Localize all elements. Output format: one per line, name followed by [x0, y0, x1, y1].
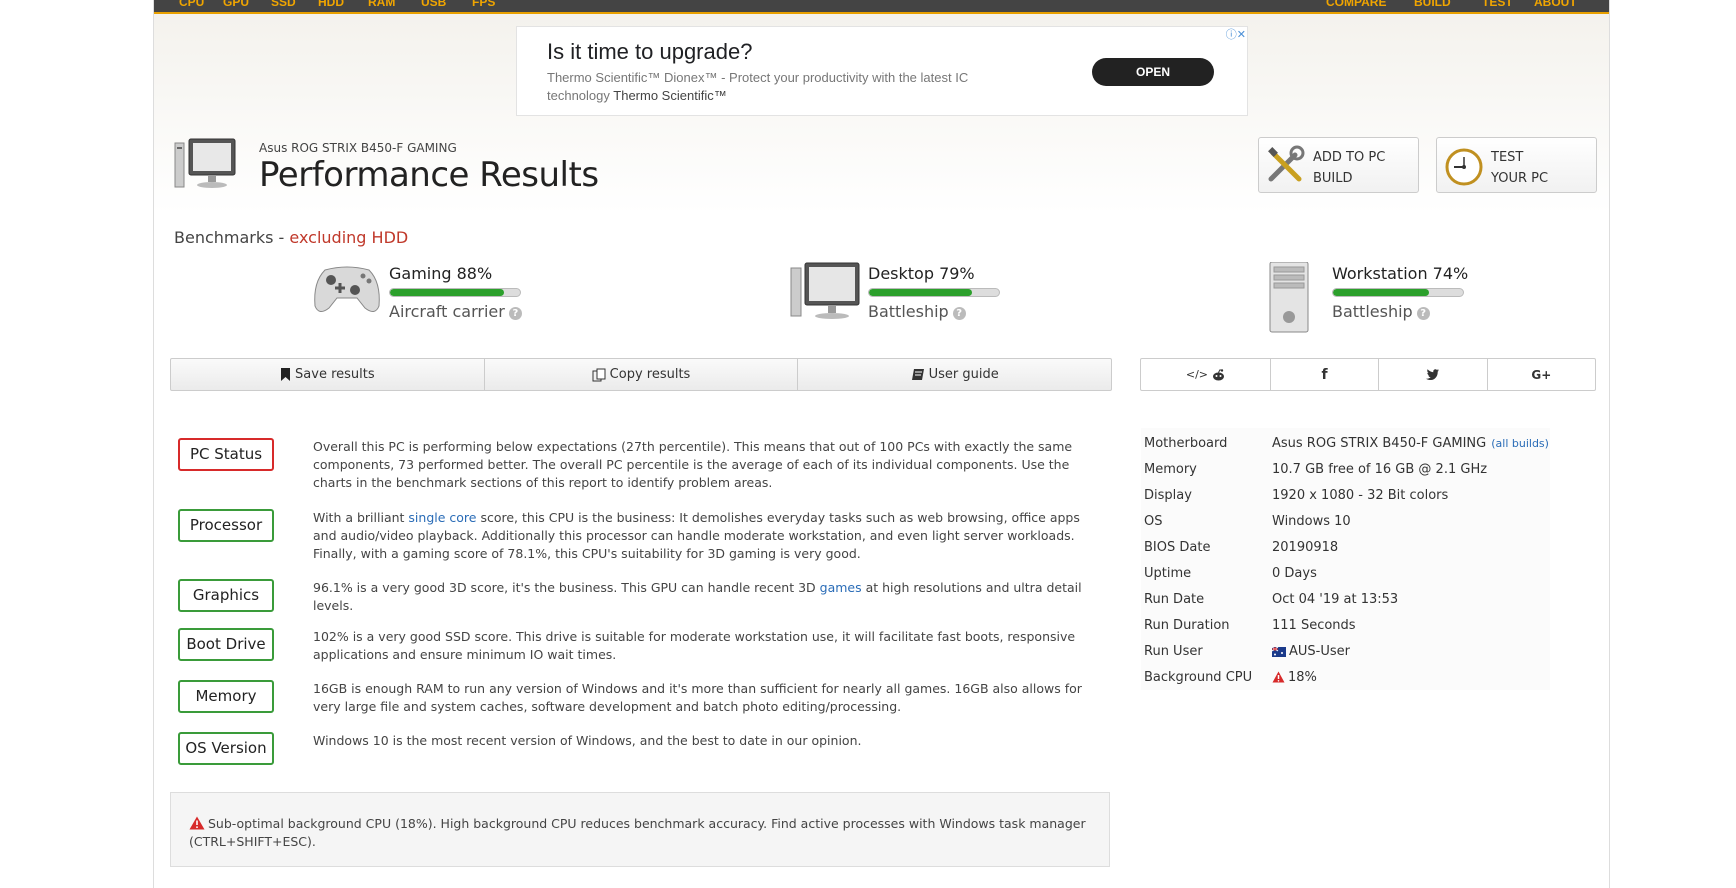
benchmark-gaming-bar: [389, 288, 521, 297]
google-plus-icon: G+: [1531, 367, 1552, 382]
memory-badge[interactable]: Memory: [178, 680, 274, 713]
nav-hdd[interactable]: HDD: [318, 0, 344, 9]
graphics-badge[interactable]: Graphics: [178, 579, 274, 612]
benchmark-workstation-fill: [1333, 289, 1430, 296]
user-guide-button[interactable]: User guide: [798, 359, 1111, 390]
benchmark-gaming-rank: Aircraft carrier?: [389, 302, 522, 321]
benchmark-workstation: Workstation 74% Battleship?: [1268, 261, 1468, 338]
google-plus-share-button[interactable]: G+: [1488, 359, 1595, 390]
nav-ram[interactable]: RAM: [368, 0, 395, 9]
benchmark-desktop: Desktop 79% Battleship?: [790, 262, 1000, 326]
background-cpu-warning: Sub-optimal background CPU (18%). High b…: [170, 792, 1110, 867]
nav-usb[interactable]: USB: [421, 0, 446, 9]
benchmark-gaming-name: Gaming 88%: [389, 264, 493, 283]
ad-text: Thermo Scientific™ Dionex™ - Protect you…: [547, 70, 969, 103]
processor-badge[interactable]: Processor: [178, 509, 274, 542]
ad-choices-icon[interactable]: ⓘ✕: [1216, 28, 1246, 42]
facebook-share-button[interactable]: f: [1271, 359, 1380, 390]
twitter-icon: [1426, 369, 1440, 380]
copy-icon: [592, 368, 606, 381]
results-action-bar: Save results Copy results User guide: [170, 358, 1112, 391]
graphics-text: 96.1% is a very good 3D score, it's the …: [313, 580, 1082, 613]
pc-status-badge[interactable]: PC Status: [178, 438, 274, 471]
benchmark-gaming-fill: [390, 289, 505, 296]
nav-fps[interactable]: FPS: [472, 0, 495, 9]
test-your-pc-label: TEST YOUR PC: [1491, 150, 1549, 186]
help-icon[interactable]: ?: [508, 307, 522, 320]
nav-build[interactable]: BUILD: [1414, 0, 1451, 9]
benchmark-desktop-fill: [869, 289, 972, 296]
boot-drive-badge[interactable]: Boot Drive: [178, 628, 274, 661]
bookmark-icon: [281, 368, 291, 381]
boot-drive-text: 102% is a very good SSD score. This driv…: [313, 629, 1076, 662]
embed-reddit-button[interactable]: </>: [1141, 359, 1271, 390]
processor-text: With a brilliant single core score, this…: [313, 510, 1080, 561]
page-title: Performance Results: [259, 155, 599, 195]
copy-results-button[interactable]: Copy results: [485, 359, 799, 390]
benchmark-workstation-rank: Battleship?: [1332, 302, 1430, 321]
ad-title[interactable]: Is it time to upgrade?: [547, 39, 752, 65]
reddit-icon: [1213, 368, 1224, 380]
os-version-text: Windows 10 is the most recent version of…: [313, 733, 862, 748]
test-your-pc-button[interactable]: TEST YOUR PC: [1436, 137, 1597, 193]
main-container: CPU GPU SSD HDD RAM USB FPS COMPARE BUIL…: [153, 0, 1610, 888]
nav-cpu[interactable]: CPU: [179, 0, 204, 9]
nav-ssd[interactable]: SSD: [271, 0, 296, 9]
server-tower-icon: [1269, 261, 1309, 333]
nav-gpu[interactable]: GPU: [223, 0, 249, 9]
ad-brand: Thermo Scientific™: [613, 88, 727, 103]
single-core-link[interactable]: single core: [408, 510, 476, 525]
save-results-button[interactable]: Save results: [171, 359, 485, 390]
top-nav: CPU GPU SSD HDD RAM USB FPS COMPARE BUIL…: [154, 0, 1609, 14]
all-builds-link[interactable]: (all builds): [1491, 437, 1549, 450]
advertisement[interactable]: Is it time to upgrade? Thermo Scientific…: [516, 26, 1248, 116]
facebook-icon: f: [1321, 366, 1328, 383]
twitter-share-button[interactable]: [1379, 359, 1488, 390]
benchmarks-qualifier: excluding HDD: [289, 228, 409, 247]
benchmark-desktop-rank: Battleship?: [868, 302, 966, 321]
nav-compare[interactable]: COMPARE: [1326, 0, 1386, 9]
page: CPU GPU SSD HDD RAM USB FPS COMPARE BUIL…: [0, 0, 1736, 888]
gamepad-icon: [314, 266, 380, 312]
desktop-icon: [790, 262, 860, 319]
warning-icon: [1272, 671, 1285, 683]
stopwatch-icon: [1445, 148, 1483, 186]
book-icon: [911, 369, 924, 380]
benchmark-workstation-bar: [1332, 288, 1464, 297]
add-to-pc-build-button[interactable]: ADD TO PC BUILD: [1258, 137, 1419, 193]
benchmarks-heading: Benchmarks - excluding HDD: [174, 228, 409, 247]
australia-flag-icon: [1272, 647, 1286, 657]
help-icon[interactable]: ?: [952, 307, 966, 320]
nav-test[interactable]: TEST: [1482, 0, 1513, 9]
page-subtitle: Asus ROG STRIX B450-F GAMING: [259, 141, 457, 155]
desktop-pc-icon: [174, 138, 236, 188]
pc-status-text: Overall this PC is performing below expe…: [313, 439, 1073, 490]
nav-about[interactable]: ABOUT: [1534, 0, 1577, 9]
ad-open-button[interactable]: OPEN: [1092, 58, 1214, 86]
benchmark-desktop-name: Desktop 79%: [868, 264, 975, 283]
warning-icon: [189, 816, 205, 830]
system-specs-panel: Motherboard Asus ROG STRIX B450-F GAMING(…: [1141, 428, 1550, 690]
benchmark-workstation-name: Workstation 74%: [1332, 264, 1469, 283]
warning-text: Sub-optimal background CPU (18%). High b…: [189, 816, 1086, 849]
help-icon[interactable]: ?: [1416, 307, 1430, 320]
os-version-badge[interactable]: OS Version: [178, 732, 274, 765]
benchmark-desktop-bar: [868, 288, 1000, 297]
add-to-pc-build-label: ADD TO PC BUILD: [1313, 150, 1386, 186]
embed-icon: </>: [1185, 368, 1208, 381]
tools-icon: [1268, 145, 1305, 182]
benchmark-gaming: Gaming 88% Aircraft carrier?: [311, 262, 522, 322]
memory-text: 16GB is enough RAM to run any version of…: [313, 681, 1082, 714]
share-bar: </> f G+: [1140, 358, 1596, 391]
games-link[interactable]: games: [820, 580, 862, 595]
